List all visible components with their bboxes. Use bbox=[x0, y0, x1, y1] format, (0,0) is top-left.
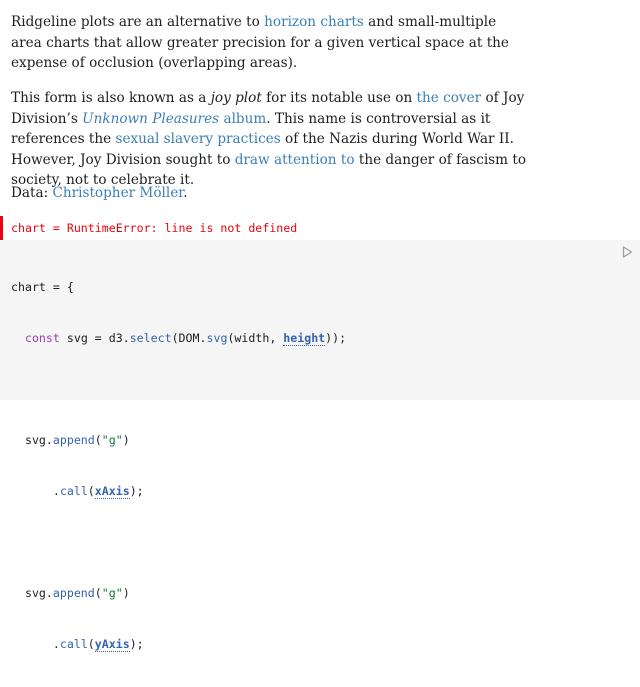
code-token: chart = { bbox=[11, 280, 74, 294]
draw-attention-link[interactable]: draw attention to bbox=[235, 152, 355, 168]
code-token: (DOM. bbox=[171, 331, 207, 345]
code-token: . bbox=[11, 637, 60, 651]
code-line: svg.append("g") bbox=[11, 432, 346, 449]
code-line: svg.append("g") bbox=[11, 585, 346, 602]
function-token: call bbox=[59, 484, 88, 498]
code-editor[interactable]: chart = { const svg = d3.select(DOM.svg(… bbox=[0, 240, 640, 652]
code-token: svg. bbox=[11, 586, 53, 600]
sexual-slavery-practices-link[interactable]: sexual slavery practices bbox=[115, 131, 280, 147]
intro-paragraph: Ridgeline plots are an alternative to ho… bbox=[11, 12, 531, 74]
runtime-error-message[interactable]: chart = RuntimeError: line is not define… bbox=[11, 219, 297, 237]
code-token: svg. bbox=[11, 433, 53, 447]
code-line: .call(yAxis); bbox=[11, 636, 346, 653]
code-token: ) bbox=[122, 586, 130, 600]
text-span: Ridgeline plots are an alternative to bbox=[11, 14, 265, 30]
code-token: )); bbox=[325, 331, 347, 345]
code-line: chart = { bbox=[11, 279, 346, 296]
code-token: ); bbox=[129, 637, 144, 651]
unknown-pleasures-link[interactable]: Unknown Pleasures album bbox=[82, 111, 266, 127]
text-span: . bbox=[183, 185, 188, 201]
string-token: "g" bbox=[101, 586, 123, 600]
the-cover-link[interactable]: the cover bbox=[417, 90, 482, 106]
function-token: append bbox=[52, 433, 95, 447]
code-token: (width, bbox=[227, 331, 284, 345]
code-line: const svg = d3.select(DOM.svg(width, hei… bbox=[11, 330, 346, 347]
error-indicator-bar bbox=[0, 216, 3, 240]
christopher-moller-link[interactable]: Christopher Möller bbox=[52, 185, 183, 201]
text-span: for its notable use on bbox=[261, 90, 417, 106]
yaxis-reference[interactable]: yAxis bbox=[94, 637, 130, 652]
code-token: . bbox=[11, 484, 60, 498]
string-token: "g" bbox=[101, 433, 123, 447]
run-cell-button[interactable] bbox=[620, 245, 634, 259]
code-block[interactable]: chart = { const svg = d3.select(DOM.svg(… bbox=[11, 245, 346, 687]
horizon-charts-link[interactable]: horizon charts bbox=[264, 14, 364, 30]
code-token: svg = d3. bbox=[59, 331, 130, 345]
code-token: ( bbox=[87, 484, 95, 498]
text-span: Data: bbox=[11, 185, 53, 201]
code-token: ); bbox=[129, 484, 144, 498]
function-token: call bbox=[59, 637, 88, 651]
code-token: ( bbox=[87, 637, 95, 651]
album-word: album bbox=[219, 110, 267, 127]
text-span: This form is also known as a bbox=[11, 90, 211, 106]
function-token: select bbox=[129, 331, 172, 345]
data-credit-paragraph: Data: Christopher Möller. bbox=[11, 183, 531, 204]
code-token: ( bbox=[94, 433, 102, 447]
function-token: append bbox=[52, 586, 95, 600]
code-token: ( bbox=[94, 586, 102, 600]
function-token: svg bbox=[206, 331, 228, 345]
joy-plot-emphasis: joy plot bbox=[210, 90, 262, 106]
code-token: ) bbox=[122, 433, 130, 447]
keyword-token: const bbox=[24, 331, 60, 345]
play-icon bbox=[622, 246, 632, 258]
xaxis-reference[interactable]: xAxis bbox=[94, 484, 130, 499]
joy-plot-paragraph: This form is also known as a joy plot fo… bbox=[11, 88, 531, 191]
album-title: Unknown Pleasures bbox=[82, 110, 220, 127]
height-reference[interactable]: height bbox=[283, 331, 326, 346]
code-line: .call(xAxis); bbox=[11, 483, 346, 500]
